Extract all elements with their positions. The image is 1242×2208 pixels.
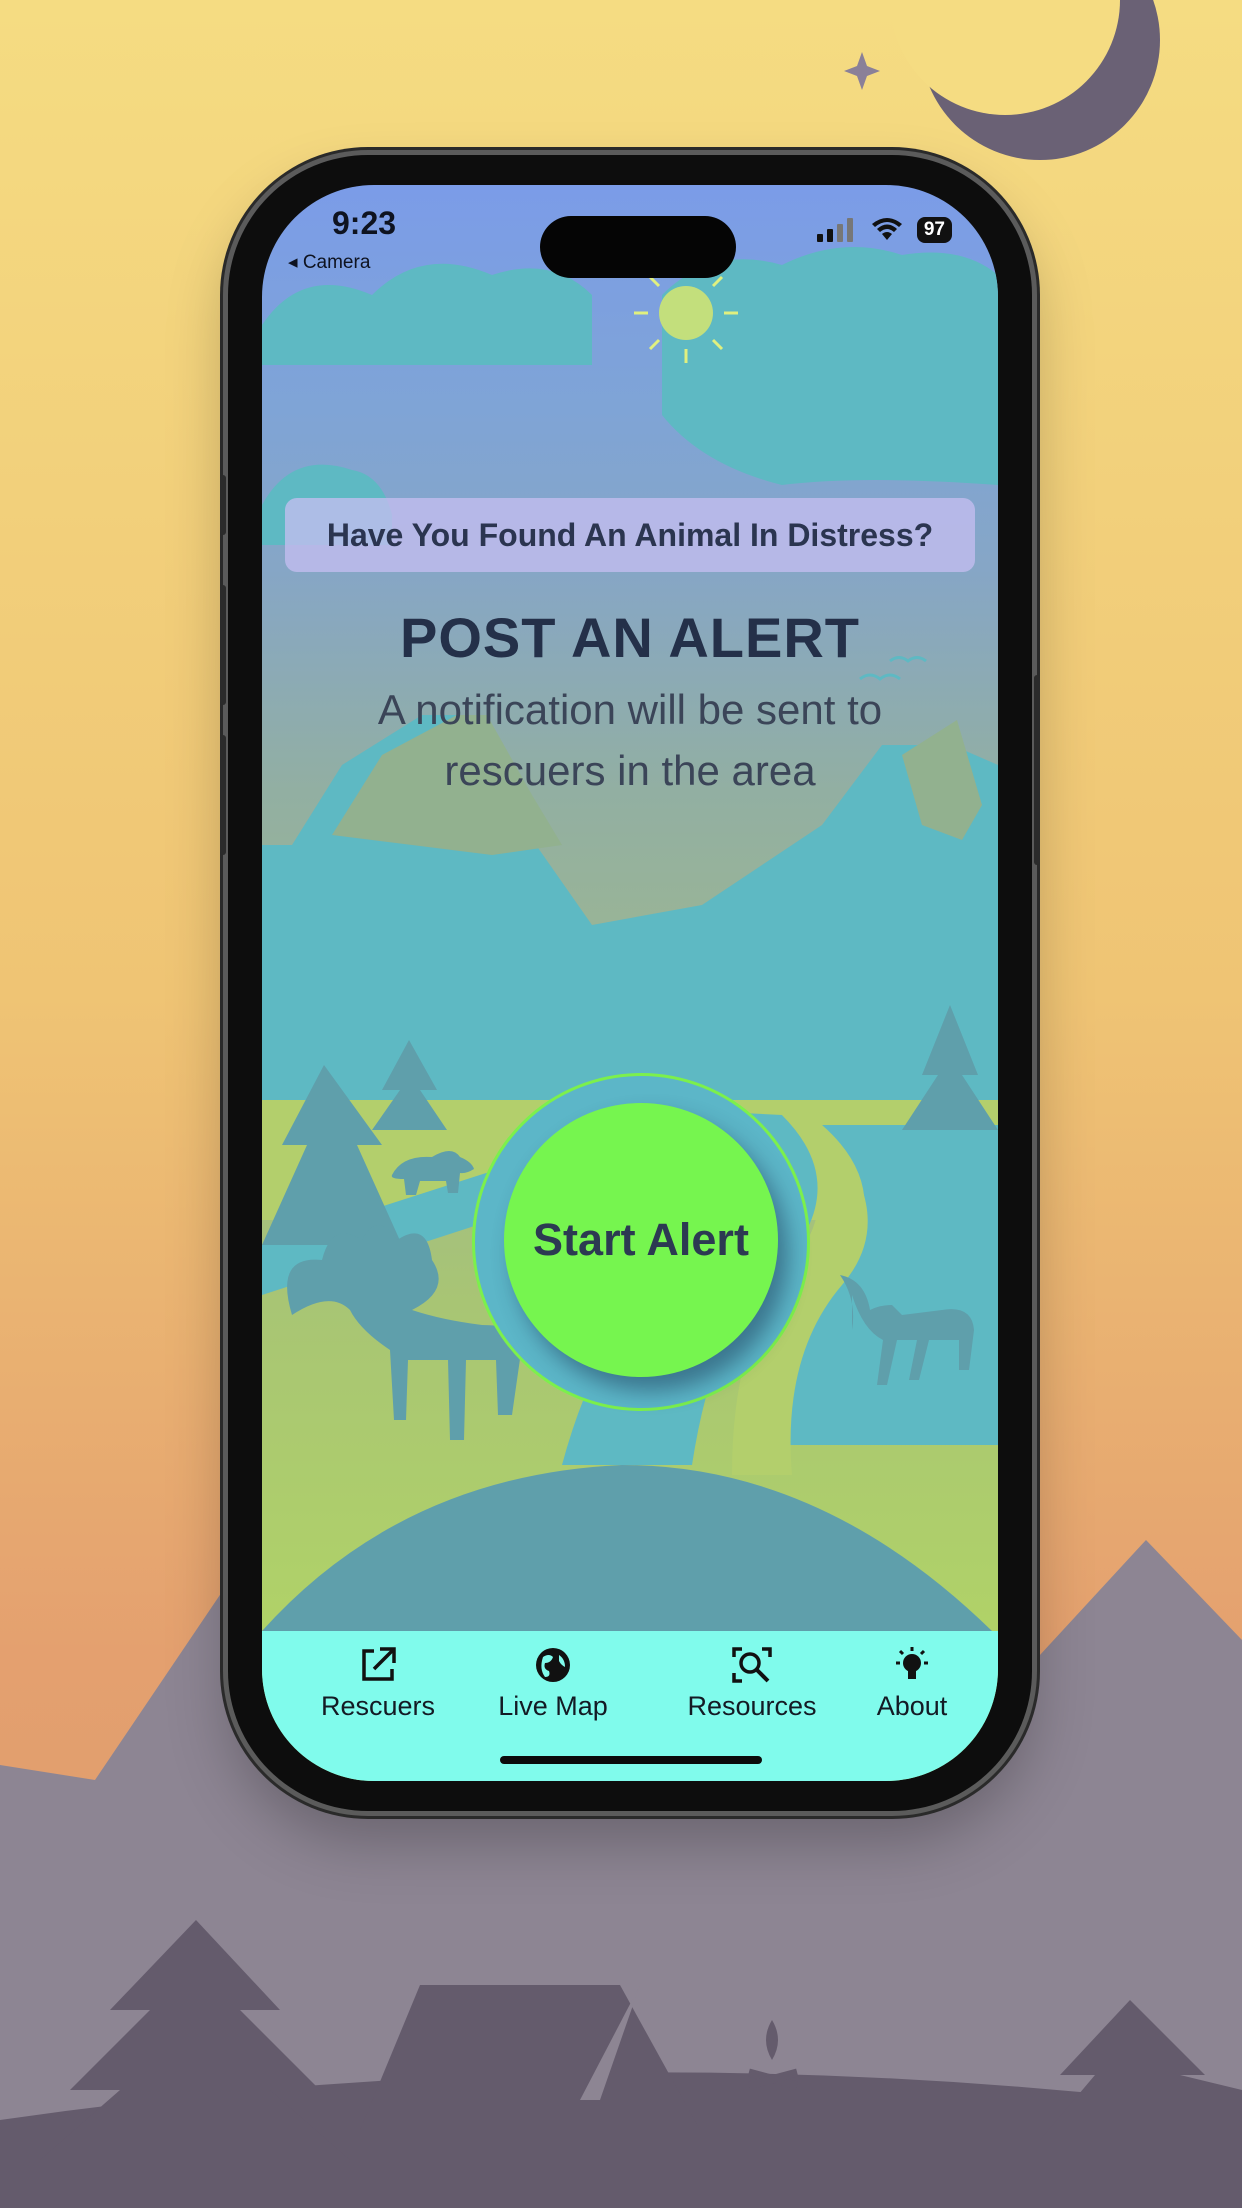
lightbulb-icon — [896, 1647, 928, 1679]
mute-switch — [220, 475, 226, 535]
wifi-icon — [871, 218, 902, 240]
start-alert-button[interactable]: Start Alert — [504, 1103, 778, 1377]
dynamic-island — [540, 216, 736, 278]
star-icon — [844, 52, 880, 90]
tab-label: Rescuers — [320, 1691, 436, 1721]
volume-up-button — [220, 585, 226, 705]
power-button — [1034, 675, 1040, 865]
phone-frame: 9:23 ◂ Camera 97 Have You Found An Anima… — [220, 155, 1040, 1811]
tab-label: Live Map — [498, 1691, 608, 1721]
volume-down-button — [220, 735, 226, 855]
app-screen: 9:23 ◂ Camera 97 Have You Found An Anima… — [262, 185, 998, 1781]
moon-icon — [890, 0, 1160, 160]
status-indicators: 97 — [816, 217, 952, 243]
tab-resources[interactable]: Resources — [662, 1645, 842, 1722]
tab-live-map[interactable]: Live Map — [488, 1645, 618, 1722]
search-icon — [732, 1647, 772, 1683]
page-subtitle: A notification will be sent to rescuers … — [262, 679, 998, 801]
external-link-icon — [362, 1647, 396, 1681]
page-title: POST AN ALERT — [400, 606, 860, 669]
distress-banner: Have You Found An Animal In Distress? — [285, 498, 975, 572]
tab-about[interactable]: About — [852, 1645, 972, 1722]
app-store-screenshot: 9:23 ◂ Camera 97 Have You Found An Anima… — [0, 0, 1242, 2208]
tab-rescuers[interactable]: Rescuers — [308, 1645, 448, 1722]
subtitle-line-2: rescuers in the area — [444, 747, 816, 794]
tab-bar: Rescuers Live Map Resources About — [262, 1631, 998, 1781]
tab-label: About — [876, 1691, 948, 1721]
foreground-hill — [262, 1465, 992, 1631]
subtitle-line-1: A notification will be sent to — [377, 686, 883, 733]
landscape-illustration — [262, 247, 998, 1631]
tab-label: Resources — [687, 1691, 817, 1721]
globe-icon — [536, 1648, 570, 1682]
back-to-camera-link[interactable]: ◂ Camera — [288, 251, 370, 274]
home-indicator[interactable] — [500, 1756, 762, 1764]
status-time: 9:23 — [332, 205, 397, 241]
signal-icon — [816, 218, 853, 242]
battery-indicator: 97 — [916, 217, 952, 243]
